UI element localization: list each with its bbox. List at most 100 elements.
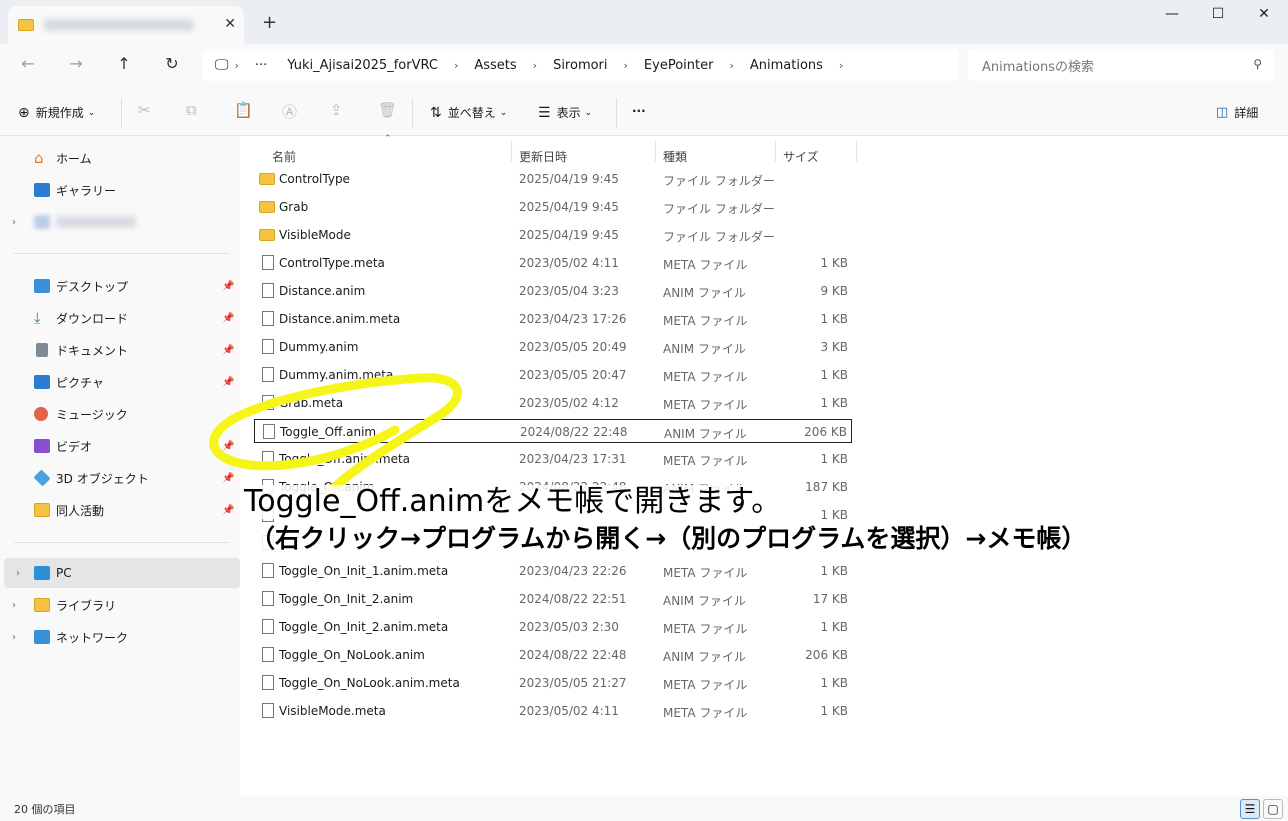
breadcrumb-item[interactable]: Yuki_Ajisai2025_forVRC bbox=[287, 58, 438, 73]
pin-icon[interactable]: 📌 bbox=[222, 441, 234, 452]
details-view-icon[interactable]: ☰ bbox=[1240, 799, 1260, 819]
up-arrow-icon[interactable]: ↑ bbox=[112, 54, 136, 73]
delete-icon[interactable]: 🗑 bbox=[378, 101, 397, 119]
breadcrumb-item[interactable]: Assets bbox=[474, 58, 516, 73]
file-date: 2023/05/02 4:11 bbox=[519, 704, 619, 718]
column-header-type[interactable]: 種類 bbox=[663, 148, 687, 165]
column-divider[interactable] bbox=[655, 140, 656, 162]
tab-title-blurred bbox=[44, 19, 194, 31]
pin-icon[interactable]: 📌 bbox=[222, 281, 234, 292]
file-row[interactable]: ControlType 2025/04/19 9:45 ファイル フォルダー bbox=[254, 167, 852, 191]
refresh-icon[interactable]: ↻ bbox=[160, 54, 184, 73]
file-type: ANIM ファイル bbox=[663, 342, 746, 356]
column-header-date[interactable]: 更新日時 bbox=[519, 148, 567, 165]
maximize-button[interactable]: ☐ bbox=[1208, 6, 1228, 22]
chevron-right-icon: › bbox=[532, 58, 538, 72]
sidebar-item-onedrive[interactable]: › bbox=[0, 207, 236, 237]
pin-icon[interactable]: 📌 bbox=[222, 377, 234, 388]
column-divider[interactable] bbox=[511, 140, 512, 162]
close-button[interactable]: ✕ bbox=[1254, 6, 1274, 22]
new-tab-button[interactable]: + bbox=[262, 12, 277, 33]
file-row[interactable]: Toggle_On_Init_2.anim.meta 2023/05/03 2:3… bbox=[254, 615, 852, 639]
file-icon bbox=[262, 311, 274, 326]
sidebar-item-doujin[interactable]: 同人活動 📌 bbox=[0, 495, 236, 525]
view-button[interactable]: ☰ 表示 ⌄ bbox=[538, 104, 592, 121]
file-size: 1 KB bbox=[820, 368, 848, 382]
file-row[interactable]: VisibleMode.meta 2023/05/02 4:11 META ファイル… bbox=[254, 699, 852, 723]
details-pane-icon: ◫ bbox=[1216, 105, 1229, 120]
details-pane-button[interactable]: ◫ 詳細 bbox=[1216, 104, 1258, 121]
more-options-button[interactable]: ··· bbox=[632, 104, 646, 118]
rename-icon[interactable]: Ⓐ bbox=[282, 101, 297, 122]
minimize-button[interactable]: — bbox=[1162, 6, 1182, 22]
sidebar-item-3d-objects[interactable]: 3D オブジェクト 📌 bbox=[0, 463, 236, 493]
view-button-label: 表示 bbox=[556, 106, 581, 120]
pin-icon[interactable]: 📌 bbox=[222, 473, 234, 484]
file-icon bbox=[262, 703, 274, 718]
address-bar[interactable]: 🖵 › ··· Yuki_Ajisai2025_forVRC › Assets … bbox=[203, 49, 959, 81]
breadcrumb-item[interactable]: EyePointer bbox=[644, 58, 714, 73]
sidebar-item-gallery[interactable]: ギャラリー bbox=[0, 175, 236, 205]
tiles-view-icon[interactable]: ▢ bbox=[1263, 799, 1283, 819]
search-input[interactable]: Animationsの検索 ⚲ bbox=[968, 49, 1274, 81]
title-bar: ✕ + — ☐ ✕ bbox=[0, 0, 1288, 44]
sidebar-item-videos[interactable]: ビデオ 📌 bbox=[0, 431, 236, 461]
new-button[interactable]: ⊕ 新規作成 ⌄ bbox=[18, 104, 95, 121]
copy-icon[interactable]: ⧉ bbox=[186, 101, 197, 119]
sidebar-item-downloads[interactable]: ⤓ ダウンロード 📌 bbox=[0, 303, 236, 333]
window-tab[interactable]: ✕ bbox=[8, 6, 244, 44]
column-divider[interactable] bbox=[856, 140, 857, 162]
file-date: 2023/04/23 22:26 bbox=[519, 564, 627, 578]
column-header-name[interactable]: 名前 bbox=[272, 148, 296, 165]
sidebar-item-home[interactable]: ⌂ ホーム bbox=[0, 143, 236, 173]
chevron-right-icon: › bbox=[12, 631, 16, 643]
chevron-right-icon: › bbox=[729, 58, 734, 72]
sidebar-item-music[interactable]: ミュージック bbox=[0, 399, 236, 429]
paste-icon[interactable]: 📋 bbox=[234, 101, 253, 119]
file-type: ANIM ファイル bbox=[663, 286, 746, 300]
file-row[interactable]: VisibleMode 2025/04/19 9:45 ファイル フォルダー bbox=[254, 223, 852, 247]
file-row[interactable]: Distance.anim.meta 2023/04/23 17:26 META フ… bbox=[254, 307, 852, 331]
file-row[interactable]: Grab.meta 2023/05/02 4:12 META ファイル 1 KB bbox=[254, 391, 852, 415]
pin-icon[interactable]: 📌 bbox=[222, 345, 234, 356]
file-row[interactable]: Toggle_On_NoLook.anim.meta 2023/05/05 21:… bbox=[254, 671, 852, 695]
cut-icon[interactable]: ✂ bbox=[138, 101, 151, 119]
file-row[interactable]: Grab 2025/04/19 9:45 ファイル フォルダー bbox=[254, 195, 852, 219]
pin-icon[interactable]: 📌 bbox=[222, 505, 234, 516]
file-row[interactable]: Toggle_On_NoLook.anim 2024/08/22 22:48 ANI… bbox=[254, 643, 852, 667]
file-name: Distance.anim.meta bbox=[279, 312, 401, 326]
sidebar-item-desktop[interactable]: デスクトップ 📌 bbox=[0, 271, 236, 301]
sidebar-item-documents[interactable]: ドキュメント 📌 bbox=[0, 335, 236, 365]
folder-icon bbox=[34, 503, 50, 517]
file-name: Dummy.anim bbox=[279, 340, 359, 354]
file-row[interactable]: Toggle_On_Init_2.anim 2024/08/22 22:51 ANI… bbox=[254, 587, 852, 611]
share-icon[interactable]: ⇪ bbox=[330, 101, 343, 119]
sidebar-item-pc[interactable]: › PC bbox=[4, 558, 240, 588]
breadcrumb-item[interactable]: Animations bbox=[750, 58, 823, 73]
file-row[interactable]: Dummy.anim 2023/05/05 20:49 ANIM ファイル 3 KB bbox=[254, 335, 852, 359]
library-icon bbox=[34, 598, 50, 612]
back-arrow-icon[interactable]: ← bbox=[16, 54, 40, 73]
column-header-size[interactable]: サイズ bbox=[783, 148, 819, 165]
forward-arrow-icon[interactable]: → bbox=[64, 54, 88, 73]
breadcrumb-ellipsis[interactable]: ··· bbox=[255, 58, 267, 73]
file-type: META ファイル bbox=[663, 370, 748, 384]
sidebar-item-network[interactable]: › ネットワーク bbox=[0, 622, 236, 652]
toolbar-divider bbox=[616, 98, 617, 128]
sidebar-item-pictures[interactable]: ピクチャ 📌 bbox=[0, 367, 236, 397]
navigation-pane: ⌂ ホーム ギャラリー › デスクトップ 📌 ⤓ ダウンロード 📌 ドキュメント… bbox=[0, 136, 240, 796]
file-row[interactable]: Toggle_On_Init_1.anim.meta 2023/04/23 22:… bbox=[254, 559, 852, 583]
file-row[interactable]: Distance.anim 2023/05/04 3:23 ANIM ファイル 9 K… bbox=[254, 279, 852, 303]
breadcrumb-item[interactable]: Siromori bbox=[553, 58, 607, 73]
file-row[interactable]: Dummy.anim.meta 2023/05/05 20:47 META ファイル… bbox=[254, 363, 852, 387]
file-row[interactable]: Toggle_Off.anim 2024/08/22 22:48 ANIM ファイル… bbox=[254, 419, 852, 443]
tab-close-icon[interactable]: ✕ bbox=[224, 16, 236, 32]
view-list-icon: ☰ bbox=[538, 104, 551, 121]
file-row[interactable]: ControlType.meta 2023/05/02 4:11 META ファイル… bbox=[254, 251, 852, 275]
column-divider[interactable] bbox=[775, 140, 776, 162]
sidebar-item-libraries[interactable]: › ライブラリ bbox=[0, 590, 236, 620]
sort-button[interactable]: ⇅ 並べ替え ⌄ bbox=[430, 104, 507, 121]
command-bar: ⊕ 新規作成 ⌄ ✂ ⧉ 📋 Ⓐ ⇪ 🗑 ⇅ 並べ替え ⌄ ☰ 表示 ⌄ ···… bbox=[0, 88, 1288, 136]
file-row[interactable]: Toggle_Off.anim.meta 2023/04/23 17:31 META… bbox=[254, 447, 852, 471]
pin-icon[interactable]: 📌 bbox=[222, 313, 234, 324]
